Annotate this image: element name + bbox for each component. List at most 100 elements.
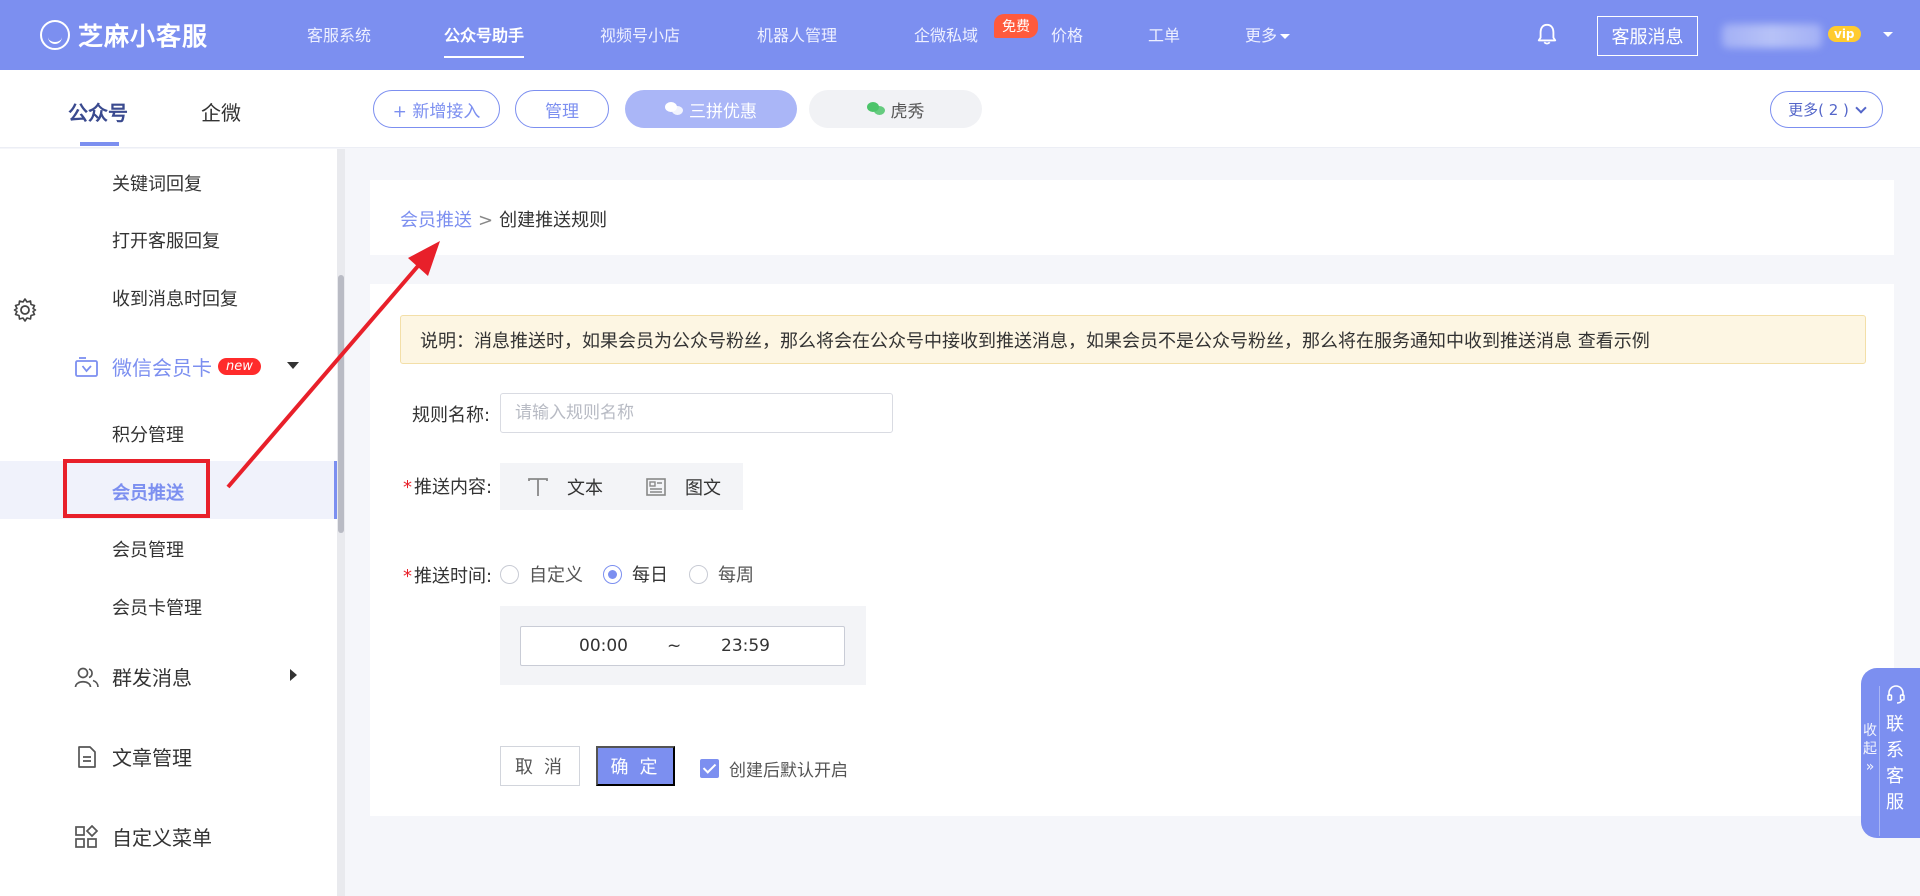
radio-weekly[interactable]: 每周	[689, 561, 754, 587]
push-time-label-text: 推送时间:	[414, 566, 493, 587]
content-type-switcher: 文本 图文	[500, 463, 743, 510]
account-pill-sanpin[interactable]: 三拼优惠	[625, 90, 797, 128]
more-accounts-button[interactable]: 更多( 2 )	[1770, 91, 1883, 128]
push-time-label: * 推送时间:	[403, 562, 492, 588]
sidebar-group-wechat-member-card[interactable]: 微信会员卡 new	[74, 352, 261, 381]
sidebar-item-keyword-reply[interactable]: 关键词回复	[112, 170, 202, 196]
content-type-rich-media[interactable]: 图文	[645, 474, 721, 500]
nav-item-robot-management[interactable]: 机器人管理	[757, 22, 837, 46]
confirm-button[interactable]: 确 定	[596, 746, 675, 786]
nav-item-more[interactable]: 更多	[1245, 22, 1291, 46]
radio-custom[interactable]: 自定义	[500, 561, 583, 587]
document-icon	[78, 745, 96, 768]
account-pill-huxiu[interactable]: 虎秀	[809, 90, 982, 128]
time-end[interactable]: 23:59	[721, 636, 770, 656]
tab-official-account[interactable]: 公众号	[68, 97, 128, 126]
more-accounts-label: 更多( 2 )	[1788, 101, 1849, 119]
logo-text: 芝麻小客服	[78, 22, 209, 51]
account-pill-label: 三拼优惠	[689, 101, 757, 122]
caret-down-icon	[1280, 34, 1291, 39]
caret-right-icon[interactable]	[290, 669, 297, 681]
wechat-icon	[665, 102, 683, 116]
account-pill-label: 虎秀	[890, 101, 925, 122]
top-navigation-bar: 芝麻小客服 客服系统 公众号助手 视频号小店 机器人管理 企微私域 免费 价格 …	[0, 0, 1920, 70]
nav-item-tickets[interactable]: 工单	[1148, 22, 1180, 46]
rule-name-label: 规则名称:	[412, 405, 491, 426]
notice-banner: 说明：消息推送时，如果会员为公众号粉丝，那么将会在公众号中接收到推送消息，如果会…	[400, 315, 1866, 364]
nav-item-private-domain[interactable]: 企微私域	[914, 22, 978, 46]
logo[interactable]: 芝麻小客服	[40, 18, 208, 52]
time-start[interactable]: 00:00	[579, 636, 628, 656]
tab-wecom[interactable]: 企微	[201, 97, 241, 126]
new-badge: new	[218, 358, 261, 375]
push-content-label-text: 推送内容:	[414, 477, 493, 498]
nav-item-customer-service[interactable]: 客服系统	[307, 22, 371, 46]
checkbox-label: 创建后默认开启	[729, 761, 848, 781]
collapse-button[interactable]: 收起 »	[1863, 722, 1877, 776]
sidebar-group-mass-message[interactable]: 群发消息	[74, 662, 192, 691]
breadcrumb-link-member-push[interactable]: 会员推送	[400, 210, 472, 231]
sidebar-item-member-card-management[interactable]: 会员卡管理	[112, 594, 202, 620]
push-content-label: * 推送内容:	[403, 473, 492, 499]
radio-label: 每周	[718, 565, 754, 586]
radio-button-selected[interactable]	[603, 564, 622, 584]
content-type-text[interactable]: 文本	[527, 474, 603, 500]
logo-icon	[40, 20, 70, 50]
customer-message-button[interactable]: 客服消息	[1597, 16, 1698, 56]
apps-icon	[75, 824, 99, 848]
sidebar-group-custom-menu[interactable]: 自定义菜单	[74, 822, 212, 851]
sidebar-item-open-service-reply[interactable]: 打开客服回复	[112, 227, 220, 253]
radio-label: 自定义	[529, 565, 583, 586]
highlight-box	[63, 459, 210, 518]
contact-support-button[interactable]: 联系客服	[1883, 712, 1907, 816]
account-switcher-bar: 公众号 企微 + 新增接入 管理 三拼优惠 虎秀 更多( 2 )	[0, 70, 1920, 148]
nav-item-video-shop[interactable]: 视频号小店	[600, 22, 680, 46]
user-account-name[interactable]	[1722, 24, 1822, 48]
chevron-down-icon	[1855, 101, 1867, 114]
nav-item-official-account-assistant[interactable]: 公众号助手	[444, 22, 525, 58]
time-separator: ~	[667, 636, 682, 656]
breadcrumb-separator: >	[478, 210, 494, 231]
required-mark: *	[403, 566, 412, 587]
cancel-button[interactable]: 取 消	[500, 746, 580, 786]
sidebar-item-member-management[interactable]: 会员管理	[112, 536, 184, 562]
sidebar-item-points-management[interactable]: 积分管理	[112, 421, 184, 447]
radio-daily[interactable]: 每日	[603, 561, 668, 587]
radio-button[interactable]	[500, 564, 519, 584]
content-type-label: 文本	[567, 477, 603, 499]
radio-button[interactable]	[689, 564, 708, 584]
default-enable-checkbox[interactable]: 创建后默认开启	[700, 756, 848, 781]
floating-contact-panel: 收起 » 联系客服	[1861, 668, 1920, 838]
time-range-picker[interactable]: 00:00 ~ 23:59	[520, 626, 845, 666]
member-card-icon	[75, 356, 98, 377]
sidebar-group-article-management[interactable]: 文章管理	[74, 742, 192, 771]
required-mark: *	[403, 477, 412, 498]
collapse-label: 收起	[1863, 723, 1877, 757]
bell-icon[interactable]	[1536, 22, 1558, 46]
free-badge: 免费	[994, 14, 1038, 38]
sidebar-group-label: 文章管理	[112, 746, 192, 770]
breadcrumb: 会员推送 > 创建推送规则	[400, 206, 607, 232]
caret-down-icon[interactable]	[287, 362, 299, 369]
add-access-button[interactable]: + 新增接入	[373, 90, 500, 128]
user-menu-chevron-down-icon[interactable]	[1883, 32, 1893, 37]
vip-badge: vip	[1828, 26, 1861, 42]
sidebar-item-message-reply[interactable]: 收到消息时回复	[112, 285, 238, 311]
sidebar-scrollbar-thumb[interactable]	[338, 275, 344, 533]
sidebar-group-label: 群发消息	[112, 666, 192, 690]
content-type-label: 图文	[685, 477, 721, 499]
gear-icon[interactable]	[12, 297, 38, 323]
wechat-icon	[866, 102, 885, 116]
manage-button[interactable]: 管理	[515, 90, 609, 128]
rule-name-input[interactable]	[500, 393, 893, 433]
radio-label: 每日	[632, 565, 668, 586]
panel-divider	[1879, 686, 1880, 836]
checkbox-checked[interactable]	[700, 759, 719, 778]
active-tab-underline	[80, 142, 119, 146]
text-icon	[528, 477, 548, 496]
users-icon	[74, 667, 99, 687]
sidebar	[0, 149, 337, 896]
nav-item-pricing[interactable]: 价格	[1051, 22, 1083, 46]
image-text-icon	[646, 477, 666, 496]
sidebar-group-label: 微信会员卡	[112, 356, 212, 380]
